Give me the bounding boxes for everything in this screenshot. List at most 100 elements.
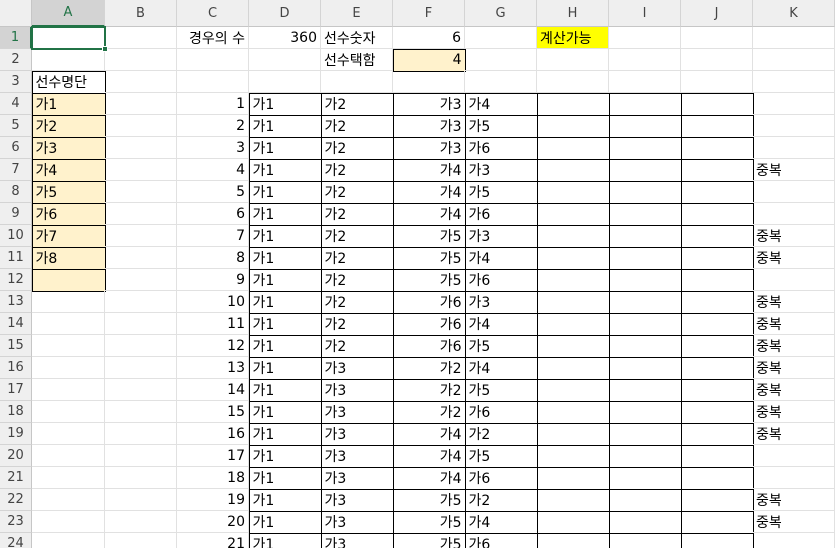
cell-f24[interactable]: 가5 [392,532,466,548]
cell-g20[interactable]: 가5 [464,444,538,468]
cell-e19[interactable]: 가3 [320,422,394,446]
cell-b16[interactable] [105,357,177,379]
cell-a2[interactable] [32,49,105,71]
cell-k2[interactable] [753,49,835,71]
cell-k10[interactable]: 중복 [753,225,835,247]
cell-j21[interactable] [680,466,754,490]
row-header-9[interactable]: 9 [0,203,32,225]
row-header-2[interactable]: 2 [0,49,32,71]
cell-g21[interactable]: 가6 [464,466,538,490]
cell-b13[interactable] [105,291,177,313]
cell-f18[interactable]: 가2 [392,400,466,424]
cell-i21[interactable] [608,466,682,490]
cell-b2[interactable] [105,49,177,71]
cell-c22[interactable]: 19 [177,489,249,511]
cell-g4[interactable]: 가4 [464,92,538,116]
fill-handle[interactable] [102,46,108,52]
cell-i24[interactable] [608,532,682,548]
cell-a10[interactable]: 가7 [31,224,106,248]
cell-e14[interactable]: 가2 [320,312,394,336]
cell-f7[interactable]: 가4 [392,158,466,182]
cell-d7[interactable]: 가1 [248,158,322,182]
cell-b1[interactable] [105,27,177,49]
cell-a12[interactable] [31,268,106,292]
cell-g22[interactable]: 가2 [464,488,538,512]
cell-f9[interactable]: 가4 [392,202,466,226]
cell-j5[interactable] [680,114,754,138]
cell-f23[interactable]: 가5 [392,510,466,534]
cell-e8[interactable]: 가2 [320,180,394,204]
cell-i7[interactable] [608,158,682,182]
cell-c23[interactable]: 20 [177,511,249,533]
cell-g7[interactable]: 가3 [464,158,538,182]
row-header-1[interactable]: 1 [0,27,32,49]
cell-h17[interactable] [536,378,610,402]
cell-e7[interactable]: 가2 [320,158,394,182]
cell-k4[interactable] [753,93,835,115]
cell-c15[interactable]: 12 [177,335,249,357]
cell-e9[interactable]: 가2 [320,202,394,226]
cell-h3[interactable] [537,71,609,93]
cell-b24[interactable] [105,533,177,548]
cell-f20[interactable]: 가4 [392,444,466,468]
cell-i10[interactable] [608,224,682,248]
cell-b9[interactable] [105,203,177,225]
cell-c13[interactable]: 10 [177,291,249,313]
cell-d5[interactable]: 가1 [248,114,322,138]
cell-b19[interactable] [105,423,177,445]
cell-i11[interactable] [608,246,682,270]
cell-f22[interactable]: 가5 [392,488,466,512]
cell-j7[interactable] [680,158,754,182]
cell-b17[interactable] [105,379,177,401]
cell-h8[interactable] [536,180,610,204]
cell-e12[interactable]: 가2 [320,268,394,292]
cell-d3[interactable] [249,71,321,93]
cell-d1[interactable]: 360 [249,27,321,49]
cell-h21[interactable] [536,466,610,490]
cell-f6[interactable]: 가3 [392,136,466,160]
cell-f21[interactable]: 가4 [392,466,466,490]
cell-k15[interactable]: 중복 [753,335,835,357]
cell-c2[interactable] [177,49,249,71]
cell-k11[interactable]: 중복 [753,247,835,269]
cell-b22[interactable] [105,489,177,511]
cell-h18[interactable] [536,400,610,424]
cell-a17[interactable] [32,379,105,401]
cell-c20[interactable]: 17 [177,445,249,467]
cell-g6[interactable]: 가6 [464,136,538,160]
cell-a9[interactable]: 가6 [31,202,106,226]
cell-e13[interactable]: 가2 [320,290,394,314]
cell-f12[interactable]: 가5 [392,268,466,292]
cell-j1[interactable] [681,27,753,49]
cell-a21[interactable] [32,467,105,489]
cell-c9[interactable]: 6 [177,203,249,225]
cell-h16[interactable] [536,356,610,380]
row-header-13[interactable]: 13 [0,291,32,313]
cell-d10[interactable]: 가1 [248,224,322,248]
row-header-12[interactable]: 12 [0,269,32,291]
cell-d14[interactable]: 가1 [248,312,322,336]
cell-g12[interactable]: 가6 [464,268,538,292]
cell-c14[interactable]: 11 [177,313,249,335]
cell-a23[interactable] [32,511,105,533]
cell-f14[interactable]: 가6 [392,312,466,336]
cell-k24[interactable] [753,533,835,548]
cell-f3[interactable] [393,71,465,93]
cell-a22[interactable] [32,489,105,511]
cell-h19[interactable] [536,422,610,446]
column-header-b[interactable]: B [105,0,177,27]
cell-a3[interactable]: 선수명단 [31,70,106,94]
cell-k6[interactable] [753,137,835,159]
cell-d19[interactable]: 가1 [248,422,322,446]
cell-e4[interactable]: 가2 [320,92,394,116]
row-header-19[interactable]: 19 [0,423,32,445]
cell-g23[interactable]: 가4 [464,510,538,534]
cell-j16[interactable] [680,356,754,380]
cell-h23[interactable] [536,510,610,534]
cell-c4[interactable]: 1 [177,93,249,115]
cell-g13[interactable]: 가3 [464,290,538,314]
cell-e18[interactable]: 가3 [320,400,394,424]
cell-h12[interactable] [536,268,610,292]
row-header-3[interactable]: 3 [0,71,32,93]
cell-i14[interactable] [608,312,682,336]
